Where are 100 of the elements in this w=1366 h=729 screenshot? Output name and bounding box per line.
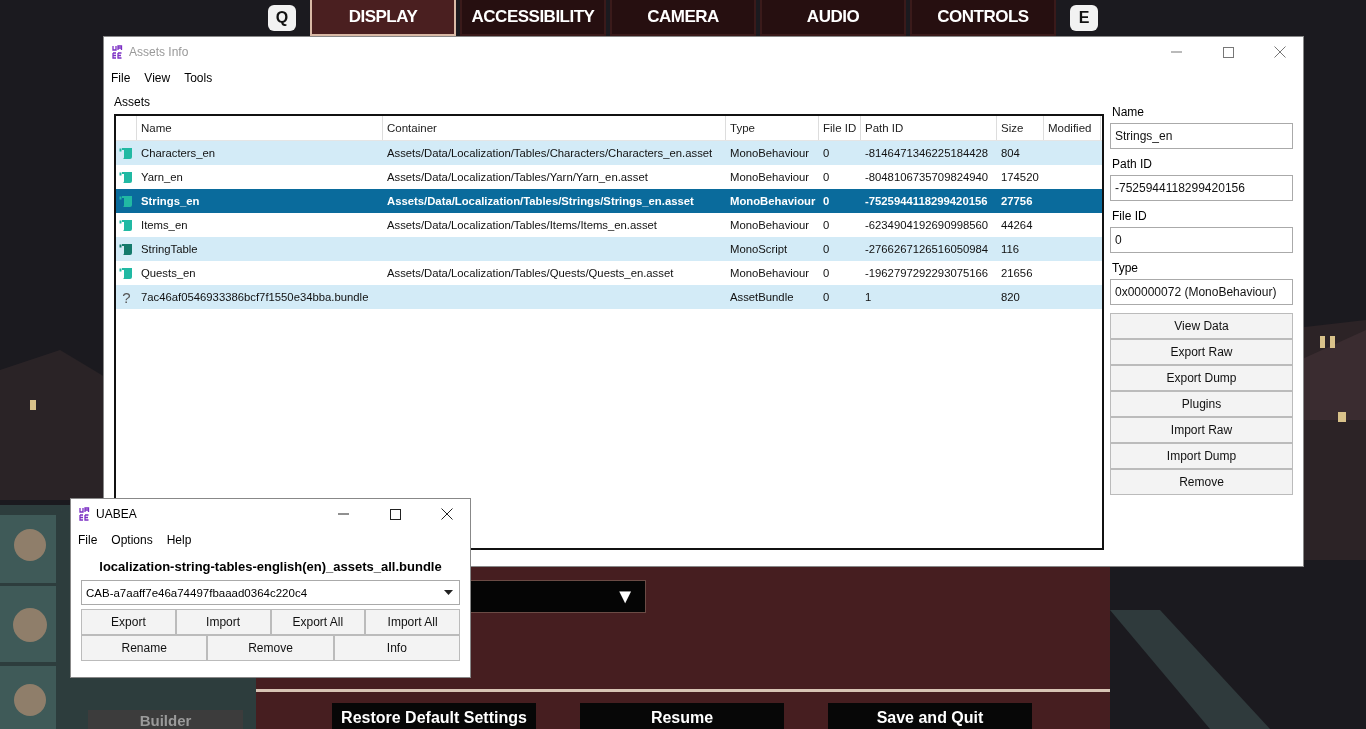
table-cell-text: -8146471346225184428 — [864, 147, 990, 159]
app-logo-icon — [112, 45, 123, 59]
table-cell-text: Strings_en — [140, 195, 201, 207]
menu-button[interactable]: Resume — [580, 703, 784, 729]
table-cell-text: -8048106735709824940 — [864, 171, 990, 183]
table-cell-text: 116 — [1000, 243, 1020, 255]
table-cell-text: AssetBundle — [729, 291, 795, 303]
input-field[interactable]: 0 — [1110, 227, 1293, 253]
table-cell-text: Assets/Data/Localization/Tables/Quests/Quests_en.asset — [386, 267, 675, 279]
column-header[interactable]: Size — [997, 116, 1044, 140]
input-field[interactable]: 0x00000072 (MonoBehaviour) — [1110, 279, 1293, 305]
table-cell-text: 0 — [822, 291, 831, 303]
maximize-icon[interactable] — [389, 508, 401, 520]
table-cell-text: Characters_en — [140, 147, 217, 159]
table-cell-text: -2766267126516050984 — [864, 243, 990, 255]
column-header[interactable]: Modified — [1044, 116, 1101, 140]
action-button[interactable]: Export Dump — [1110, 365, 1293, 391]
script-icon — [119, 194, 134, 208]
table-cell-text: Quests_en — [140, 267, 197, 279]
column-header[interactable]: Name — [137, 116, 383, 140]
column-header[interactable]: Path ID — [861, 116, 997, 140]
table-cell-text: 44264 — [1000, 219, 1034, 231]
menu-button[interactable]: Restore Default Settings — [332, 703, 536, 729]
settings-tab[interactable]: CAMERA — [610, 0, 756, 36]
action-button[interactable]: Import Raw — [1110, 417, 1293, 443]
table-cell-text: 804 — [1000, 147, 1021, 159]
field-label: Path ID — [1112, 157, 1154, 171]
script-icon — [119, 266, 134, 280]
question-mark-icon: ? — [122, 288, 131, 306]
settings-tab[interactable]: ACCESSIBILITY — [460, 0, 606, 36]
action-button[interactable]: Remove — [1110, 469, 1293, 495]
settings-tab[interactable]: AUDIO — [760, 0, 906, 36]
action-button[interactable]: Import — [175, 609, 271, 635]
menu-item[interactable]: File — [78, 533, 98, 547]
action-button[interactable]: Import Dump — [1110, 443, 1293, 469]
table-cell-text: 174520 — [1000, 171, 1040, 183]
script-icon — [119, 218, 134, 232]
script-icon — [119, 242, 134, 256]
settings-tab[interactable]: CONTROLS — [910, 0, 1056, 36]
table-cell-text: Assets/Data/Localization/Tables/Items/Items_en.asset — [386, 219, 658, 231]
table-cell-text: 820 — [1000, 291, 1021, 303]
section-label: Assets — [114, 95, 151, 109]
table-cell-text: MonoBehaviour — [729, 267, 811, 279]
table-cell-text: 21656 — [1000, 267, 1034, 279]
action-button[interactable]: Rename — [81, 635, 208, 661]
action-button[interactable]: Export All — [270, 609, 366, 635]
table-cell-text: -7525944118299420156 — [864, 195, 989, 207]
table-cell-text: MonoScript — [729, 243, 789, 255]
action-button[interactable]: Export Raw — [1110, 339, 1293, 365]
key-hint: Q — [268, 5, 296, 31]
table-cell-text: Yarn_en — [140, 171, 184, 183]
menu-item[interactable]: Options — [111, 533, 153, 547]
character-label: Builder — [88, 710, 243, 729]
table-cell-text: 0 — [822, 147, 831, 159]
dropdown-value: CAB-a7aaff7e46a74497fbaaad0364c220c4 — [86, 586, 308, 599]
script-icon — [119, 146, 134, 160]
action-button[interactable]: Remove — [207, 635, 334, 661]
settings-tab[interactable]: DISPLAY — [310, 0, 456, 36]
action-button[interactable]: Export — [81, 609, 176, 635]
input-field[interactable]: Strings_en — [1110, 123, 1293, 149]
menu-item[interactable]: View — [144, 71, 171, 85]
minimize-icon[interactable] — [337, 513, 349, 515]
column-header[interactable]: Container — [383, 116, 726, 140]
column-header[interactable]: Type — [726, 116, 819, 140]
table-cell-text: 7ac46af0546933386bcf7f1550e34bba.bundle — [140, 291, 370, 303]
menu-button[interactable]: Save and Quit — [828, 703, 1032, 729]
table-cell-text: Assets/Data/Localization/Tables/Characters/Characters_en.asset — [386, 147, 714, 159]
table-row[interactable]: Characters_en Assets/Data/Localization/Tables/Characters/Characters_en.asset MonoBehaviour 0 -8146471346225184428 804 — [116, 141, 1102, 165]
table-cell-text: 1 — [864, 291, 873, 303]
table-row[interactable]: StringTable MonoScript 0 -2766267126516050984 116 — [116, 237, 1102, 261]
key-hint: E — [1070, 5, 1098, 31]
close-icon[interactable] — [441, 508, 453, 520]
menu-item[interactable]: Help — [166, 533, 192, 547]
column-header[interactable]: File ID — [819, 116, 861, 140]
table-row[interactable]: ? 7ac46af0546933386bcf7f1550e34bba.bundle AssetBundle 0 1 820 — [116, 285, 1102, 309]
table-cell-text: 27756 — [1000, 195, 1034, 207]
table-cell-text: Assets/Data/Localization/Tables/Yarn/Yarn_en.asset — [386, 171, 649, 183]
table-cell-text: MonoBehaviour — [729, 147, 811, 159]
field-label: File ID — [1112, 209, 1148, 223]
table-cell-text: 0 — [822, 195, 831, 207]
action-button[interactable]: Info — [333, 635, 460, 661]
table-cell-text: Assets/Data/Localization/Tables/Strings/Strings_en.asset — [386, 195, 695, 207]
table-cell-text: -1962797292293075166 — [864, 267, 990, 279]
menu-item[interactable]: File — [111, 71, 131, 85]
action-button[interactable]: Plugins — [1110, 391, 1293, 417]
action-button[interactable]: View Data — [1110, 313, 1293, 339]
input-field[interactable]: -7525944118299420156 — [1110, 175, 1293, 201]
table-cell-text: 0 — [822, 243, 831, 255]
app-logo-icon — [79, 507, 90, 521]
table-cell-text: MonoBehaviour — [729, 219, 811, 231]
table-row[interactable]: Strings_en Assets/Data/Localization/Tables/Strings/Strings_en.asset MonoBehaviour 0 -7525944118299420156 27756 — [116, 189, 1102, 213]
menu-item[interactable]: Tools — [184, 71, 213, 85]
dropdown-arrow-icon: ▼ — [615, 585, 635, 609]
table-cell-text: 0 — [822, 219, 831, 231]
table-cell-text: -6234904192690998560 — [864, 219, 990, 231]
window-title: Assets Info — [129, 45, 190, 59]
action-button[interactable]: Import All — [365, 609, 460, 635]
table-cell-text: Items_en — [140, 219, 189, 231]
window-title: UABEA — [96, 507, 138, 521]
file-dropdown[interactable]: CAB-a7aaff7e46a74497fbaaad0364c220c4 — [81, 580, 460, 605]
